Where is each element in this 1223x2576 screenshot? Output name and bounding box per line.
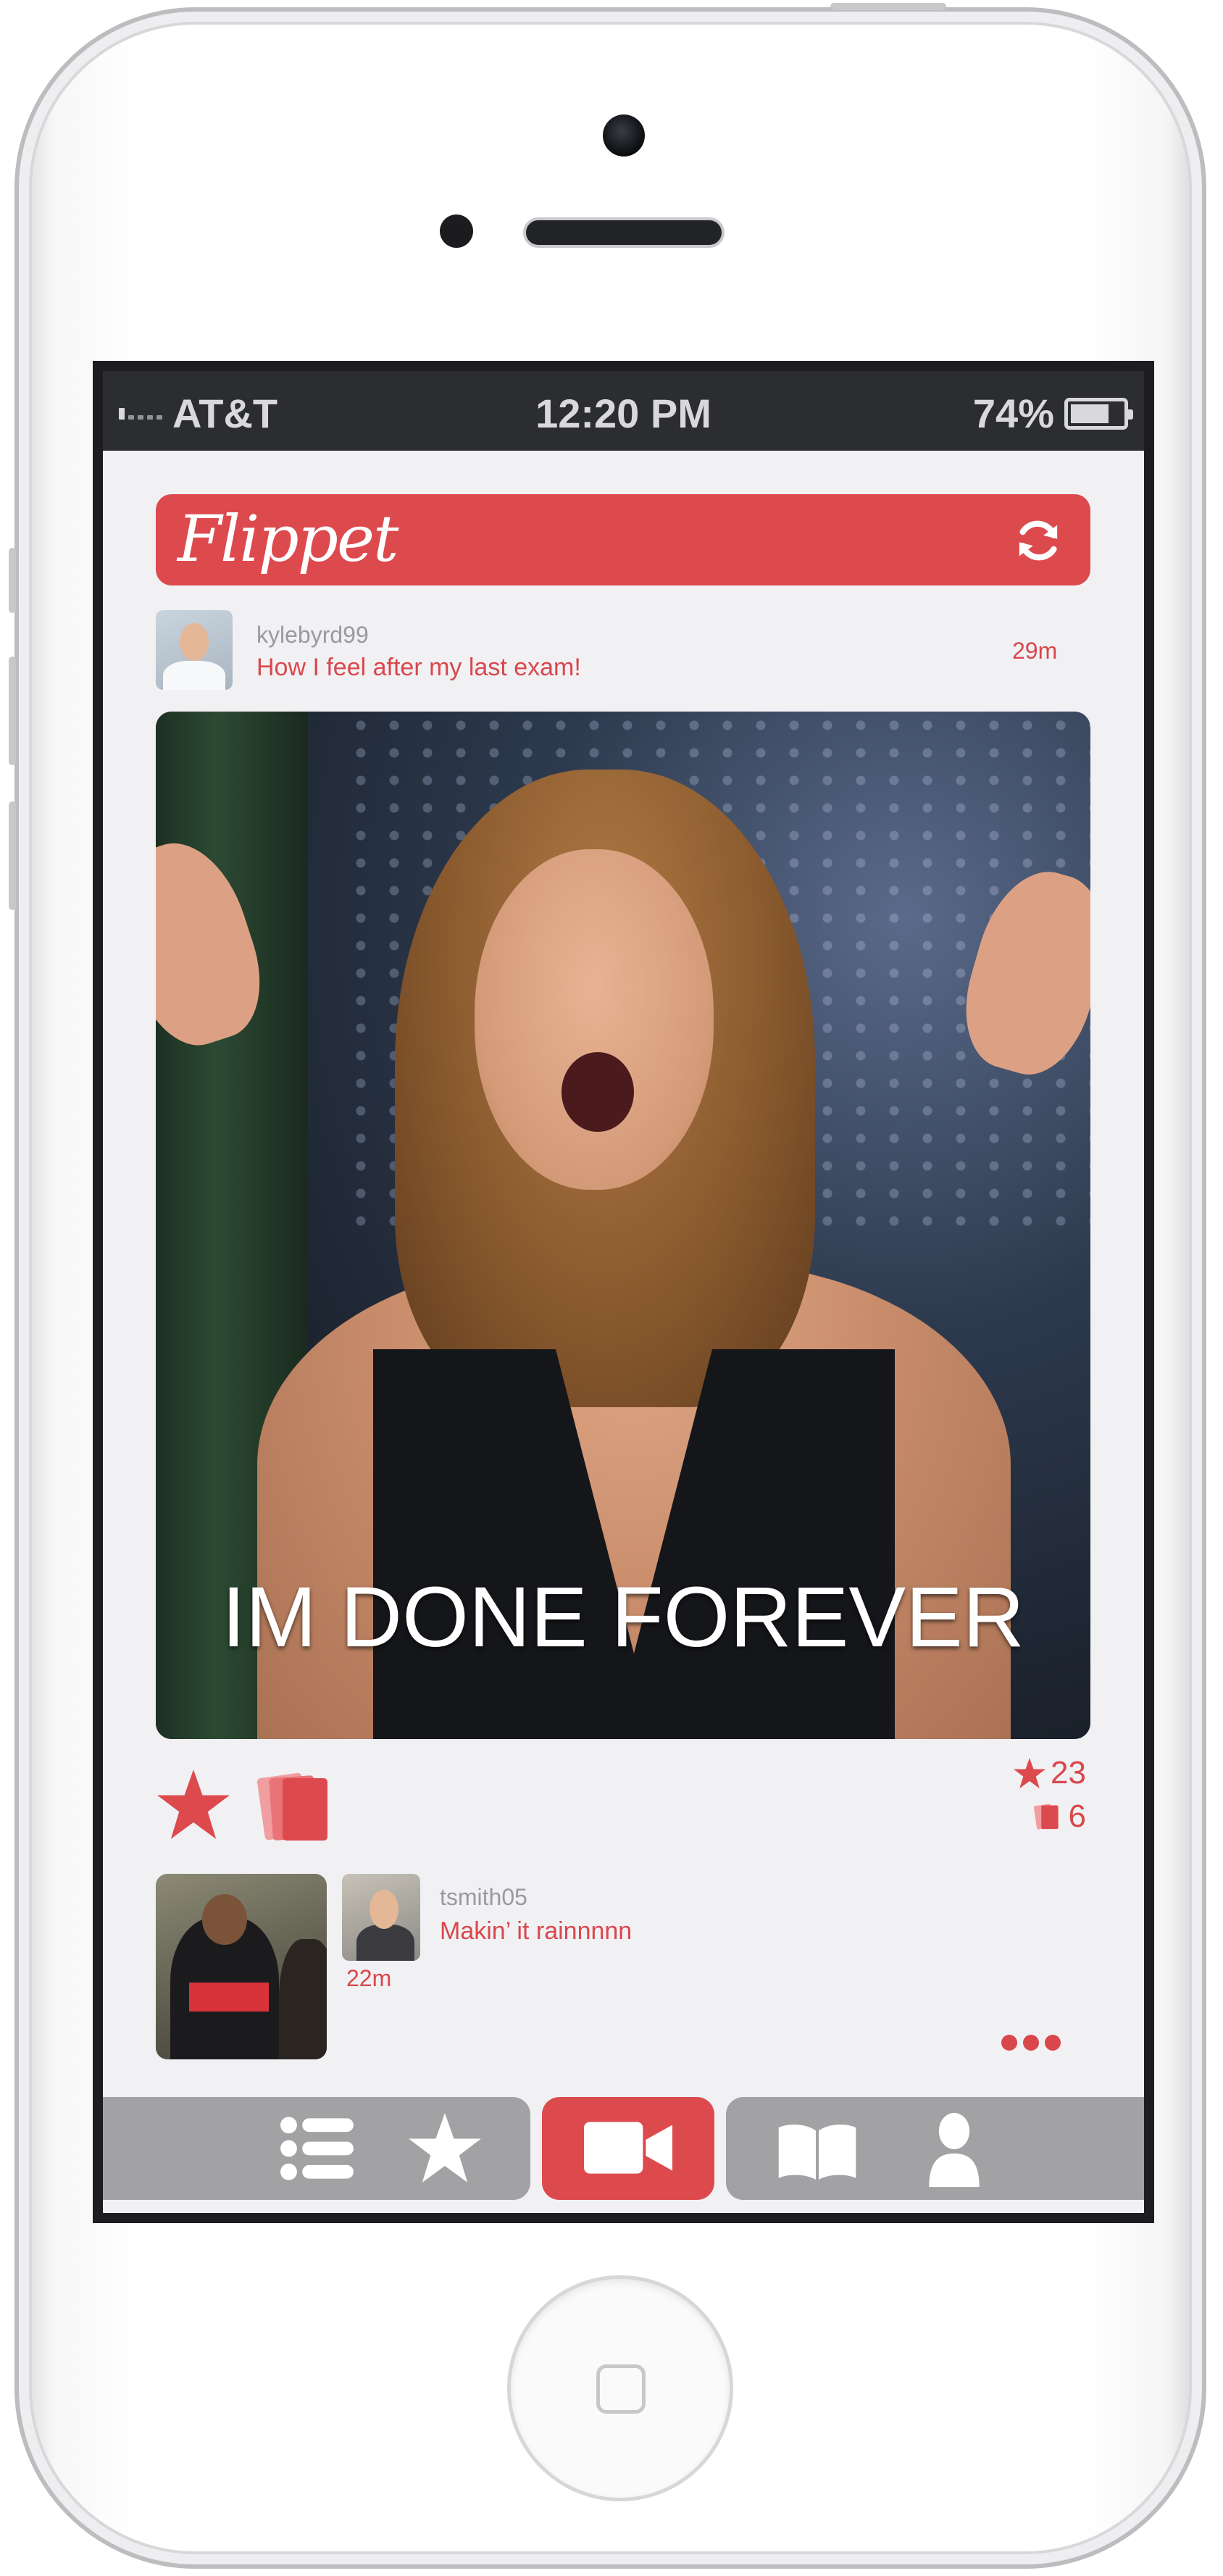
battery-icon bbox=[1064, 397, 1133, 430]
status-bar: AT&T 12:20 PM 74% bbox=[103, 371, 1144, 451]
video-camera-icon bbox=[584, 2122, 672, 2174]
next-post-caption: Makin’ it rainnnnn bbox=[440, 1917, 633, 1945]
phone-screen: AT&T 12:20 PM 74% Flippet kylebyrd99 How… bbox=[93, 361, 1154, 2223]
star-count: 23 bbox=[1013, 1755, 1086, 1791]
book-icon[interactable] bbox=[775, 2122, 858, 2181]
home-square-icon bbox=[596, 2364, 646, 2414]
profile-icon[interactable] bbox=[926, 2112, 982, 2188]
more-dots-icon[interactable] bbox=[1001, 2035, 1061, 2051]
proximity-sensor bbox=[440, 214, 473, 248]
post-media[interactable]: IM DONE FOREVER bbox=[156, 712, 1090, 1739]
earpiece-speaker bbox=[523, 217, 725, 248]
battery-fill bbox=[1071, 404, 1109, 423]
tab-bar bbox=[103, 2097, 1144, 2200]
tab-video[interactable] bbox=[542, 2097, 714, 2200]
star-button[interactable] bbox=[156, 1768, 231, 1841]
tab-group-right bbox=[726, 2097, 1144, 2200]
star-icon[interactable] bbox=[407, 2112, 483, 2184]
front-camera bbox=[603, 114, 645, 157]
battery-indicator: 74% bbox=[972, 390, 1133, 437]
flip-cards-icon bbox=[1033, 1804, 1059, 1830]
volume-up-button bbox=[9, 656, 16, 765]
flip-count: 6 bbox=[1031, 1798, 1086, 1835]
next-post-thumbnail[interactable] bbox=[156, 1874, 327, 2059]
next-post-avatar[interactable] bbox=[342, 1874, 420, 1961]
volume-down-button bbox=[9, 801, 16, 910]
refresh-icon[interactable] bbox=[1011, 513, 1066, 568]
star-count-value: 23 bbox=[1051, 1755, 1086, 1791]
post-caption: How I feel after my last exam! bbox=[256, 654, 581, 681]
battery-percent: 74% bbox=[972, 391, 1054, 436]
post-username[interactable]: kylebyrd99 bbox=[256, 622, 369, 649]
silent-switch bbox=[9, 548, 16, 613]
app-logo: Flippet bbox=[178, 501, 398, 576]
tab-group-left bbox=[103, 2097, 530, 2200]
next-post-time: 22m bbox=[346, 1965, 392, 1991]
home-button[interactable] bbox=[507, 2275, 733, 2501]
avatar[interactable] bbox=[156, 610, 233, 690]
list-icon[interactable] bbox=[280, 2114, 355, 2183]
flip-count-value: 6 bbox=[1068, 1798, 1086, 1834]
next-post-username[interactable]: tsmith05 bbox=[440, 1884, 527, 1911]
app-header: Flippet bbox=[156, 494, 1090, 585]
flip-button[interactable] bbox=[255, 1767, 335, 1846]
meme-caption: IM DONE FOREVER bbox=[222, 1570, 1024, 1665]
power-button bbox=[830, 3, 946, 10]
post-time: 29m bbox=[1012, 638, 1058, 664]
star-icon bbox=[1013, 1757, 1046, 1789]
